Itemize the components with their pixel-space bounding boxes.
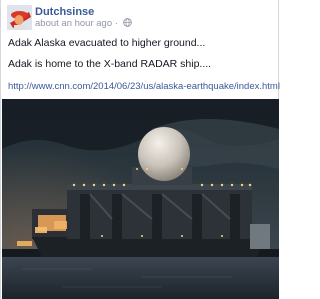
post-link[interactable]: http://www.cnn.com/2014/06/23/us/alaska-… [8,81,280,92]
post-text-line: Adak Alaska evacuated to higher ground..… [8,37,206,49]
post-timestamp[interactable]: about an hour ago [35,18,112,29]
post-meta: about an hour ago · [35,18,132,29]
post-photo[interactable] [2,99,279,299]
post-text-line: Adak is home to the X-band RADAR ship...… [8,58,212,70]
author-name[interactable]: Dutchsinse [35,6,94,18]
separator-dot: · [114,18,121,29]
avatar-image [7,5,32,30]
avatar[interactable] [7,5,32,30]
radar-ship-photo [2,99,279,299]
facebook-post: Dutchsinse about an hour ago · Adak Alas… [0,0,280,299]
globe-icon[interactable] [122,18,132,27]
